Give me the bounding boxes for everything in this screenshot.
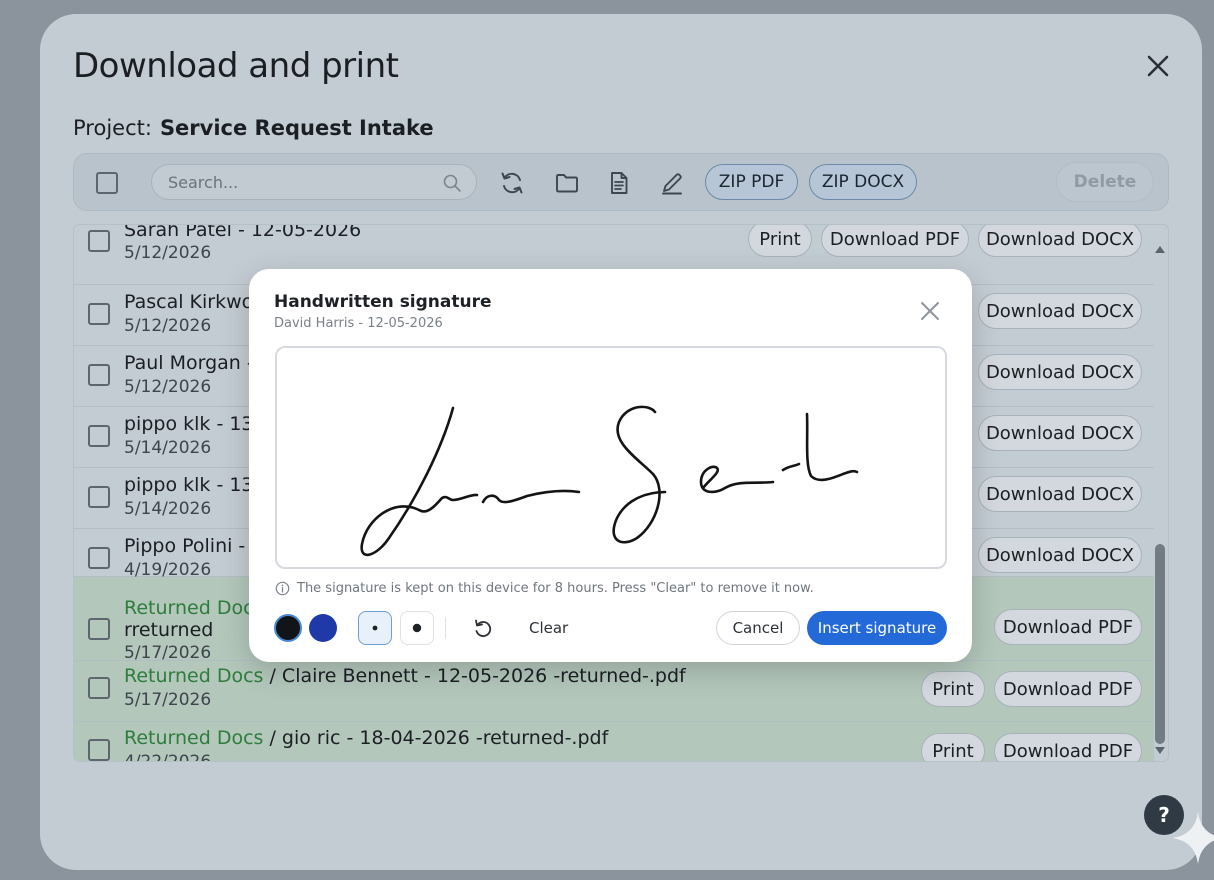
row-file-name: / gio ric - 18-04-2026 -returned-.pdf [263, 727, 609, 749]
zip-pdf-button[interactable]: ZIP PDF [705, 164, 798, 200]
download-docx-button[interactable]: Download DOCX [978, 415, 1142, 451]
row-date: 5/17/2026 [124, 690, 212, 710]
row-name: Returned Docs / gio ric - 18-04-2026 -re… [124, 727, 608, 749]
signature-note: The signature is kept on this device for… [275, 581, 814, 596]
download-pdf-button[interactable]: Download PDF [994, 609, 1142, 645]
select-all-checkbox[interactable] [96, 172, 118, 194]
dot-small-icon [372, 625, 378, 631]
insert-signature-button[interactable]: Insert signature [807, 611, 947, 645]
download-pdf-button[interactable]: Download PDF [821, 225, 969, 257]
info-icon [275, 581, 290, 596]
project-label: Project: [73, 116, 152, 140]
scroll-up-icon[interactable] [1154, 244, 1166, 254]
toolbar: ZIP PDF ZIP DOCX Delete [73, 153, 1169, 211]
row-file-name: / Claire Bennett - 12-05-2026 -returned-… [263, 665, 686, 687]
pen-size-large-button[interactable] [400, 611, 434, 645]
row-checkbox[interactable] [88, 677, 110, 699]
print-button[interactable]: Print [748, 225, 812, 257]
zip-docx-button[interactable]: ZIP DOCX [809, 164, 917, 200]
pen-size-small-button[interactable] [358, 611, 392, 645]
row-date: 5/12/2026 [124, 243, 212, 263]
row-name: Sarah Patel - 12-05-2026 [124, 224, 362, 241]
project-line: Project: Service Request Intake [73, 116, 434, 140]
row-file-name: rreturned [124, 619, 214, 641]
row-file-name: Paul Morgan - [124, 352, 254, 374]
refresh-icon[interactable] [499, 170, 525, 196]
project-name: Service Request Intake [159, 116, 434, 140]
row-date: 5/17/2026 [124, 643, 212, 663]
undo-icon[interactable] [472, 617, 494, 639]
row-date: 4/22/2026 [124, 752, 212, 762]
row-folder-link[interactable]: Returned Docs [124, 727, 263, 749]
row-checkbox[interactable] [88, 486, 110, 508]
signature-subtitle: David Harris - 12-05-2026 [274, 316, 443, 331]
row-folder-link[interactable]: Returned Docs [124, 597, 263, 619]
search-input[interactable] [151, 164, 477, 200]
signature-note-text: The signature is kept on this device for… [297, 581, 814, 596]
document-icon[interactable] [606, 170, 632, 196]
clear-button[interactable]: Clear [517, 611, 580, 645]
cancel-button[interactable]: Cancel [716, 611, 800, 645]
row-checkbox[interactable] [88, 547, 110, 569]
download-pdf-button[interactable]: Download PDF [994, 733, 1142, 761]
row-date: 5/14/2026 [124, 438, 212, 458]
row-file-name: Pippo Polini - 1 [124, 535, 264, 557]
row-checkbox[interactable] [88, 425, 110, 447]
row-checkbox[interactable] [88, 618, 110, 640]
sparkle-icon [1172, 812, 1214, 864]
print-button[interactable]: Print [921, 733, 985, 761]
row-checkbox[interactable] [88, 230, 110, 252]
color-blue-swatch[interactable] [309, 614, 337, 642]
row-name: Pippo Polini - 1 [124, 535, 263, 557]
row-checkbox[interactable] [88, 303, 110, 325]
row-date: 5/14/2026 [124, 499, 212, 519]
toolbar-divider [445, 617, 446, 639]
delete-button[interactable]: Delete [1056, 162, 1154, 202]
download-docx-button[interactable]: Download DOCX [978, 476, 1142, 512]
signature-canvas[interactable] [275, 346, 947, 569]
color-black-swatch[interactable] [274, 614, 302, 642]
folder-icon[interactable] [554, 170, 580, 196]
row-file-name: Sarah Patel - 12-05-2026 [124, 224, 362, 241]
row-name: Paul Morgan - [124, 352, 254, 374]
download-pdf-button[interactable]: Download PDF [994, 671, 1142, 707]
signature-stroke [360, 405, 859, 557]
list-scrollbar[interactable] [1152, 236, 1168, 764]
download-docx-button[interactable]: Download DOCX [978, 225, 1142, 257]
search-icon [443, 174, 461, 192]
table-row: Returned Docs / gio ric - 18-04-2026 -re… [74, 722, 1154, 762]
signature-title: Handwritten signature [274, 292, 492, 312]
dialog-title: Download and print [73, 46, 399, 86]
download-docx-button[interactable]: Download DOCX [978, 293, 1142, 329]
close-icon[interactable] [1143, 51, 1173, 81]
dot-large-icon [412, 623, 422, 633]
signature-modal: Handwritten signature David Harris - 12-… [249, 269, 972, 662]
scroll-thumb[interactable] [1155, 544, 1165, 744]
row-checkbox[interactable] [88, 739, 110, 761]
table-row: Returned Docs / Claire Bennett - 12-05-2… [74, 661, 1154, 722]
scroll-down-icon[interactable] [1154, 746, 1166, 756]
row-date: 5/12/2026 [124, 377, 212, 397]
row-name: Returned Docs / Claire Bennett - 12-05-2… [124, 665, 686, 687]
row-date: 5/12/2026 [124, 316, 212, 336]
close-icon[interactable] [918, 299, 942, 323]
row-folder-link[interactable]: Returned Docs [124, 665, 263, 687]
print-button[interactable]: Print [921, 671, 985, 707]
pen-icon[interactable] [659, 170, 685, 196]
download-docx-button[interactable]: Download DOCX [978, 354, 1142, 390]
download-docx-button[interactable]: Download DOCX [978, 537, 1142, 573]
row-name: Returned Docs rreturned [124, 597, 263, 641]
row-checkbox[interactable] [88, 364, 110, 386]
